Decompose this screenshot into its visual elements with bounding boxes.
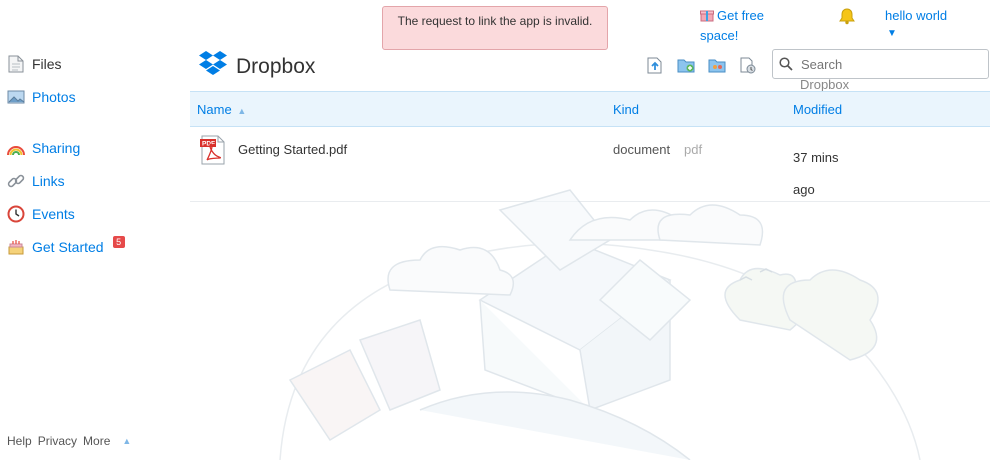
files-icon: [7, 55, 25, 73]
deleted-files-icon[interactable]: [739, 56, 757, 74]
search-icon: [779, 57, 793, 76]
error-notice: The request to link the app is invalid.: [382, 6, 608, 50]
chain-link-icon: [7, 172, 25, 190]
sidebar-item-label: Get Started: [32, 239, 104, 255]
sidebar-item-label: Sharing: [32, 140, 81, 156]
clock-icon: [7, 205, 25, 223]
file-name-link[interactable]: Getting Started.pdf: [238, 142, 347, 157]
sidebar-item-links[interactable]: Links: [7, 172, 65, 190]
chevron-down-icon: ▼: [887, 28, 897, 39]
empty-state-illustration: [270, 180, 990, 465]
share-folder-icon[interactable]: [708, 56, 726, 74]
column-header-modified[interactable]: Modified: [793, 102, 842, 117]
user-name: hello world: [885, 8, 948, 23]
column-header-kind[interactable]: Kind: [613, 102, 639, 117]
more-link[interactable]: More: [83, 434, 110, 448]
search-input[interactable]: [799, 56, 988, 73]
notifications-bell-icon[interactable]: [838, 7, 856, 30]
notification-badge: 5: [112, 236, 125, 248]
sidebar-item-photos[interactable]: Photos: [7, 88, 76, 106]
get-free-space-link[interactable]: Get free space!: [700, 7, 790, 45]
sidebar-item-sharing[interactable]: Sharing: [7, 139, 80, 157]
rainbow-icon: [7, 139, 25, 157]
svg-text:PDF: PDF: [202, 141, 215, 148]
cake-icon: [7, 238, 25, 256]
page-title: Dropbox: [236, 54, 316, 78]
pdf-file-icon: PDF: [200, 135, 226, 170]
sidebar-item-label: Files: [32, 56, 62, 72]
help-link[interactable]: Help: [7, 434, 32, 448]
sidebar-item-label: Photos: [32, 89, 76, 105]
search-scope-label: Dropbox: [800, 77, 850, 92]
new-folder-icon[interactable]: [677, 56, 695, 74]
dropbox-logo[interactable]: Dropbox: [198, 50, 315, 83]
sidebar-item-files[interactable]: Files: [7, 55, 62, 73]
upload-icon[interactable]: [646, 56, 664, 74]
file-extension: pdf: [684, 142, 703, 157]
sidebar-item-label: Events: [32, 206, 75, 222]
sidebar-item-get-started[interactable]: Get Started 5: [7, 236, 125, 256]
file-kind: document: [613, 142, 671, 157]
sidebar-item-label: Links: [32, 173, 65, 189]
privacy-link[interactable]: Privacy: [38, 434, 77, 448]
footer-links: Help Privacy More ▲: [7, 434, 131, 448]
dropbox-icon: [198, 50, 228, 83]
gift-icon: [700, 8, 714, 27]
expand-up-icon[interactable]: ▲: [122, 436, 131, 446]
column-header-name[interactable]: Name ▲: [197, 102, 246, 117]
sort-ascending-icon: ▲: [237, 106, 247, 116]
photos-icon: [7, 88, 25, 106]
user-menu[interactable]: hello world ▼: [885, 7, 947, 43]
sidebar-item-events[interactable]: Events: [7, 205, 75, 223]
file-table-header: Name ▲ Kind Modified: [190, 91, 990, 127]
search-box[interactable]: [772, 49, 989, 79]
column-label: Name: [197, 102, 232, 117]
